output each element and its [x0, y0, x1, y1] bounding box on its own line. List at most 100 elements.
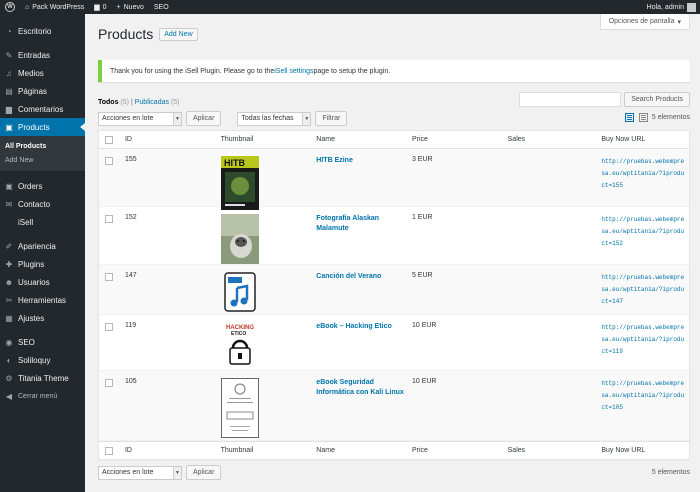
filter-published[interactable]: Publicadas — [135, 99, 169, 106]
row-checkbox[interactable] — [105, 215, 113, 223]
table-row: 105 eBook Seguridad Informática con Kali… — [99, 371, 689, 441]
site-name-link[interactable]: ⌂ Pack WordPress — [20, 4, 89, 11]
sidebar-item-orders[interactable]: ▣ Orders — [0, 177, 85, 195]
submenu-all-products[interactable]: All Products — [0, 139, 85, 153]
sidebar-item-escritorio[interactable]: ◔ Escritorio — [0, 22, 85, 40]
product-thumbnail — [221, 272, 259, 312]
product-name-link[interactable]: Fotografía Alaskan Malamute — [316, 215, 379, 232]
column-sales[interactable]: Sales — [504, 447, 598, 454]
sidebar-item-products[interactable]: ▣ Products — [0, 118, 85, 136]
comment-icon: ▆ — [5, 104, 13, 114]
product-price: 1 EUR — [411, 214, 433, 221]
plugin-notice: Thank you for using the iSell Plugin. Pl… — [98, 60, 690, 82]
column-id[interactable]: ID — [121, 447, 217, 454]
bulk-actions-select[interactable]: Acciones en lote ▼ — [98, 111, 182, 126]
new-content-menu[interactable]: + Nuevo — [112, 4, 149, 11]
admin-bar: W ⌂ Pack WordPress ▆ 0 + Nuevo SEO Hola, ad… — [0, 0, 700, 14]
sidebar-item-comentarios[interactable]: ▆ Comentarios — [0, 100, 85, 118]
date-filter-select[interactable]: Todas las fechas ▼ — [237, 111, 312, 126]
product-sales — [504, 156, 598, 206]
wp-logo-menu[interactable]: W — [0, 2, 20, 12]
collapse-menu-button[interactable]: ◀ Cerrar menú — [0, 387, 85, 405]
product-id: 155 — [124, 156, 137, 163]
add-new-button[interactable]: Add New — [159, 27, 198, 41]
column-price[interactable]: Price — [408, 136, 504, 143]
account-menu[interactable]: Hola, admin — [647, 2, 700, 12]
row-checkbox[interactable] — [105, 379, 113, 387]
product-id: 147 — [124, 272, 137, 279]
orders-icon: ▣ — [5, 181, 13, 191]
excerpt-view-icon[interactable] — [639, 113, 648, 122]
plugin-icon: ✚ — [5, 259, 13, 269]
dashboard-icon: ◔ — [6, 26, 12, 36]
product-thumbnail: HITB — [220, 156, 259, 210]
mail-icon: ✉ — [5, 199, 13, 209]
search-products-button[interactable]: Search Products — [624, 92, 690, 107]
column-name[interactable]: Name — [312, 447, 408, 454]
search-input[interactable] — [519, 92, 622, 107]
select-all-checkbox[interactable] — [105, 135, 113, 144]
buy-now-url[interactable]: http://pruebas.webempresa.eu/wptitania/?… — [601, 380, 684, 411]
sidebar-item-soliloquy[interactable]: ◐ Soliloquy — [0, 351, 85, 369]
table-row: 147 Canción del Verano 5 EUR http://prue… — [99, 265, 689, 315]
buy-now-url[interactable]: http://pruebas.webempresa.eu/wptitania/?… — [601, 324, 684, 355]
apply-button[interactable]: Aplicar — [186, 465, 222, 480]
sidebar-item-usuarios[interactable]: ☻ Usuarios — [0, 273, 85, 291]
avatar — [687, 2, 696, 12]
tablenav-top: Acciones en lote ▼ Aplicar Todas las fech… — [98, 111, 348, 126]
sidebar-item-paginas[interactable]: ▤ Páginas — [0, 82, 85, 100]
column-name[interactable]: Name — [312, 136, 408, 143]
hacking-book-cover-icon: HACKING ETICO — [220, 322, 259, 368]
audio-file-icon — [223, 272, 256, 312]
buy-now-url[interactable]: http://pruebas.webempresa.eu/wptitania/?… — [601, 274, 684, 305]
product-name-link[interactable]: Canción del Verano — [316, 273, 381, 280]
column-sales[interactable]: Sales — [504, 136, 598, 143]
sidebar-item-medios[interactable]: ♫ Medios — [0, 64, 85, 82]
column-price[interactable]: Price — [408, 447, 504, 454]
buy-now-url[interactable]: http://pruebas.webempresa.eu/wptitania/?… — [601, 216, 684, 247]
product-name-link[interactable]: eBook – Hacking Etico — [316, 323, 391, 330]
table-footer: ID Thumbnail Name Price Sales Buy Now UR… — [99, 441, 689, 459]
column-id[interactable]: ID — [121, 136, 217, 143]
select-all-checkbox[interactable] — [105, 446, 113, 455]
chevron-down-icon: ▼ — [173, 466, 181, 479]
submenu-add-new[interactable]: Add New — [0, 153, 85, 167]
apply-button[interactable]: Aplicar — [186, 111, 222, 126]
sidebar-item-apariencia[interactable]: ✐ Apariencia — [0, 237, 85, 255]
column-buy-now-url: Buy Now URL — [601, 447, 646, 454]
table-row: 119 HACKING ETICO eBook – Hacking Etico … — [99, 315, 689, 371]
row-checkbox[interactable] — [105, 323, 113, 331]
list-view-icon[interactable] — [625, 113, 634, 122]
bulk-actions-select[interactable]: Acciones en lote ▼ — [98, 465, 182, 480]
row-checkbox[interactable] — [105, 157, 113, 165]
product-sales — [504, 272, 598, 314]
product-name-link[interactable]: HITB Ezine — [316, 157, 353, 164]
product-price: 5 EUR — [411, 272, 433, 279]
products-icon: ▣ — [5, 122, 13, 132]
sidebar-item-isell[interactable]: iSell — [0, 213, 85, 231]
screen-options-button[interactable]: Opciones de pantalla ▾ — [599, 14, 690, 30]
svg-text:HITB: HITB — [224, 158, 245, 168]
filter-button[interactable]: Filtrar — [315, 111, 348, 126]
seo-menu[interactable]: SEO — [149, 4, 174, 11]
sidebar-item-entradas[interactable]: ✎ Entradas — [0, 46, 85, 64]
sidebar-item-ajustes[interactable]: ▦ Ajustes — [0, 309, 85, 327]
sidebar-item-seo[interactable]: ◉ SEO — [0, 333, 85, 351]
buy-now-url[interactable]: http://pruebas.webempresa.eu/wptitania/?… — [601, 158, 684, 189]
filter-all[interactable]: Todos — [98, 99, 118, 106]
wordpress-logo-icon: W — [5, 2, 15, 12]
sidebar-item-titania-theme[interactable]: ⚙ Titania Theme — [0, 369, 85, 387]
product-name-link[interactable]: eBook Seguridad Informática con Kali Lin… — [316, 379, 404, 396]
comments-link[interactable]: ▆ 0 — [89, 3, 111, 12]
status-filters: Todos (5) | Publicadas (5) — [98, 99, 180, 106]
document-cover-icon — [220, 378, 259, 438]
row-checkbox[interactable] — [105, 273, 113, 281]
sidebar-item-herramientas[interactable]: ✂ Herramientas — [0, 291, 85, 309]
sidebar-item-plugins[interactable]: ✚ Plugins — [0, 255, 85, 273]
table-row: 155 HITB HITB Ezine 3 EUR http://pruebas… — [99, 149, 689, 210]
items-count: 5 elementos — [651, 114, 690, 121]
isell-settings-link[interactable]: iSell settings — [274, 68, 313, 75]
sidebar-item-contacto[interactable]: ✉ Contacto — [0, 195, 85, 213]
page-title: Products — [98, 26, 154, 42]
brush-icon: ✐ — [5, 241, 13, 251]
